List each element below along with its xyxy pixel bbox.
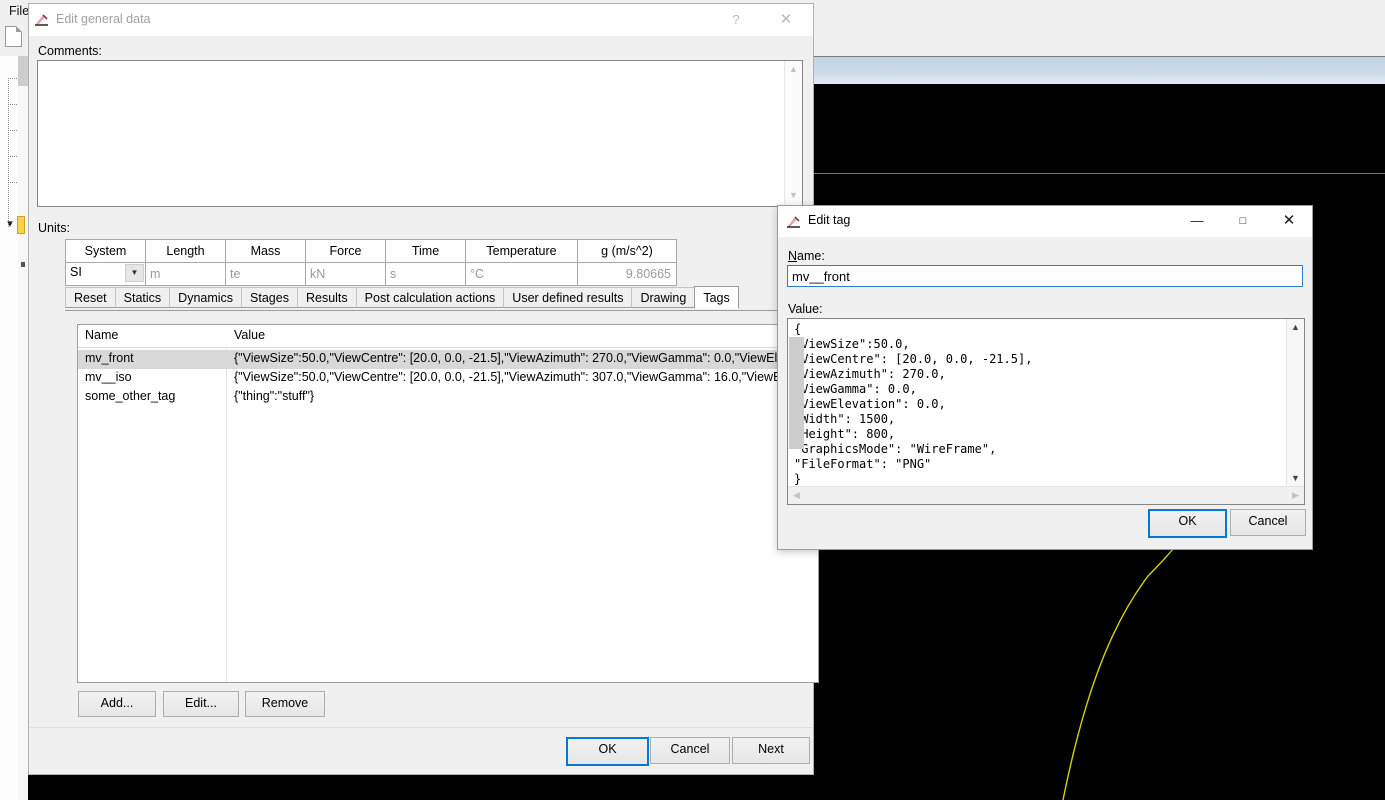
tab-dynamics[interactable]: Dynamics [169,287,243,308]
value-text-content: { "ViewSize":50.0, "ViewCentre": [20.0, … [794,322,1033,486]
minimize-icon[interactable]: — [1174,206,1220,236]
units-header-time: Time [385,239,466,263]
tabstrip: Reset Statics Dynamics Stages Results Po… [65,286,795,311]
scroll-up-icon[interactable]: ▲ [1287,319,1304,336]
units-length-value: m [145,262,226,286]
edit-button[interactable]: Edit... [163,691,239,717]
dialog-titlebar[interactable]: Edit tag — □ ✕ [778,206,1312,237]
tag-table-header: Name Value [78,325,818,348]
value-label: Value: [788,302,823,316]
tab-drawing[interactable]: Drawing [631,287,696,308]
units-header-force: Force [305,239,386,263]
tab-statics[interactable]: Statics [114,287,171,308]
units-value-row: SI ▼ m te kN s °C 9.80665 [65,262,677,286]
divider [29,727,813,728]
edit-general-data-dialog: Edit general data ? ✕ Comments: ▲ ▼ Unit… [28,3,819,775]
maximize-icon[interactable]: □ [1220,206,1266,236]
tag-value-cell: {"ViewSize":50.0,"ViewCentre": [20.0, 0.… [234,351,812,365]
close-icon[interactable]: ✕ [763,4,809,35]
model-tree-panel[interactable]: ▾ [0,56,29,800]
ok-button[interactable]: OK [566,737,649,766]
help-icon[interactable]: ? [713,4,759,35]
units-gravity-value: 9.80665 [577,262,677,286]
table-row[interactable]: mv__iso {"ViewSize":50.0,"ViewCentre": [… [78,369,818,388]
units-label: Units: [38,221,70,235]
tag-name-cell: mv_front [85,351,134,365]
tree-connector-line [8,78,9,228]
dialog-title: Edit tag [808,213,851,227]
value-vertical-scrollbar[interactable]: ▲ ▼ [1286,319,1304,487]
units-force-value: kN [305,262,386,286]
units-temperature-value: °C [465,262,578,286]
tab-user-defined-results[interactable]: User defined results [503,287,633,308]
units-mass-value: te [225,262,306,286]
edit-tag-dialog: Edit tag — □ ✕ Name: mv__front Value: { … [777,205,1313,550]
tab-post-calculation-actions[interactable]: Post calculation actions [355,287,505,308]
units-header-temperature: Temperature [465,239,578,263]
tree-scrollbar[interactable] [18,56,28,800]
tree-scrollbar-thumb[interactable] [18,56,28,86]
tag-name-cell: mv__iso [85,370,132,384]
tag-value-cell: {"ViewSize":50.0,"ViewCentre": [20.0, 0.… [234,370,812,384]
name-input[interactable]: mv__front [787,265,1303,287]
dialog-titlebar[interactable]: Edit general data ? ✕ [29,4,813,37]
dialog-title: Edit general data [56,12,151,26]
units-header-row: System Length Mass Force Time Temperatur… [65,239,677,263]
ok-button[interactable]: OK [1148,509,1227,538]
scroll-down-icon[interactable]: ▼ [785,187,802,204]
units-time-value: s [385,262,466,286]
remove-button[interactable]: Remove [245,691,325,717]
tag-value-cell: {"thing":"stuff"} [234,389,315,403]
cancel-button[interactable]: Cancel [1230,509,1306,536]
scroll-down-icon[interactable]: ▼ [1287,470,1304,487]
tab-tags[interactable]: Tags [694,286,739,309]
tree-item-marker [21,262,25,267]
chevron-down-icon[interactable]: ▼ [125,264,144,282]
tab-stages[interactable]: Stages [241,287,298,308]
tree-selected-item-marker [17,216,25,234]
value-horizontal-scrollbar[interactable]: ◀ ▶ [788,486,1304,504]
tab-reset[interactable]: Reset [65,287,116,308]
comments-textarea[interactable]: ▲ ▼ [37,60,803,207]
value-scrollbar-thumb[interactable] [789,337,804,449]
column-header-name[interactable]: Name [78,325,118,346]
comments-label: Comments: [38,44,102,58]
scroll-up-icon[interactable]: ▲ [785,61,802,78]
tab-results[interactable]: Results [296,287,357,308]
scroll-left-icon[interactable]: ◀ [788,487,805,503]
name-label: Name: [788,249,825,263]
units-system-value: SI [70,265,82,279]
chevron-down-icon[interactable]: ▾ [4,218,16,230]
units-header-length: Length [145,239,226,263]
table-row[interactable]: mv_front {"ViewSize":50.0,"ViewCentre": … [78,350,818,369]
close-icon[interactable]: ✕ [1266,206,1312,236]
next-button[interactable]: Next [732,737,810,764]
table-row[interactable]: some_other_tag {"thing":"stuff"} [78,388,818,407]
add-button[interactable]: Add... [78,691,156,717]
cancel-button[interactable]: Cancel [650,737,730,764]
units-header-gravity: g (m/s^2) [577,239,677,263]
comments-scrollbar[interactable]: ▲ ▼ [784,61,802,204]
app-logo-icon [787,216,800,228]
value-textarea[interactable]: { "ViewSize":50.0, "ViewCentre": [20.0, … [787,318,1305,505]
column-header-value[interactable]: Value [227,325,265,346]
app-logo-icon [35,14,48,26]
units-header-mass: Mass [225,239,306,263]
scroll-right-icon[interactable]: ▶ [1287,487,1304,503]
new-document-icon[interactable] [5,26,22,47]
units-system-select[interactable]: SI ▼ [65,262,146,286]
tag-name-cell: some_other_tag [85,389,176,403]
tag-table[interactable]: Name Value mv_front {"ViewSize":50.0,"Vi… [77,324,819,683]
units-table: System Length Mass Force Time Temperatur… [65,239,677,286]
units-header-system: System [65,239,146,263]
